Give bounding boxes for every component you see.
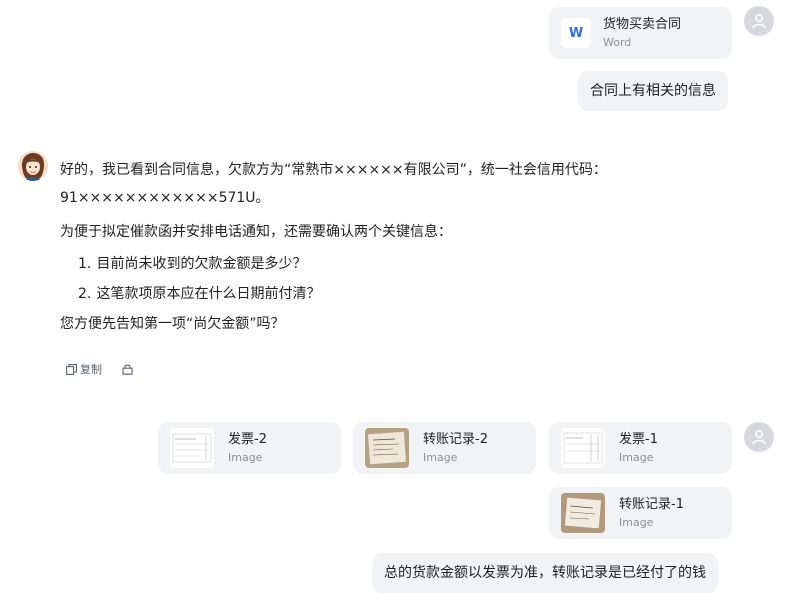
- list-item: 1. 目前尚未收到的欠款金额是多少？: [60, 252, 660, 276]
- user-silhouette-icon: [752, 13, 766, 29]
- copy-label: 复制: [80, 363, 102, 376]
- invoice-thumbnail: [170, 428, 214, 468]
- user-silhouette-icon: [752, 429, 766, 445]
- assistant-paragraph: 您方便先告知第一项“尚欠金额”吗？: [60, 316, 285, 332]
- copy-button[interactable]: 复制: [66, 361, 102, 377]
- user-message: 合同上有相关的信息: [578, 71, 728, 111]
- user-message: 总的货款金额以发票为准，转账记录是已经付了的钱: [372, 553, 718, 593]
- file-card-contract[interactable]: W 货物买卖合同 Word: [549, 7, 732, 59]
- lock-icon: [122, 364, 133, 375]
- assistant-message: 好的，我已看到合同信息，欠款方为“常熟市××××××有限公司”，统一社会信用代码…: [60, 158, 660, 336]
- file-name: 发票-2: [228, 431, 267, 447]
- image-card-transfer-2[interactable]: 转账记录-2 Image: [353, 422, 536, 474]
- invoice-thumbnail: [561, 428, 605, 468]
- list-number: 2.: [78, 286, 92, 302]
- lock-button[interactable]: [122, 363, 133, 375]
- file-type: Image: [228, 450, 263, 464]
- image-card-invoice-2[interactable]: 发票-2 Image: [158, 422, 341, 474]
- assistant-portrait-icon: [18, 151, 48, 181]
- message-actions: 复制: [66, 361, 133, 377]
- list-text: 这笔款项原本应在什么日期前付清？: [96, 286, 321, 302]
- assistant-paragraph: 为便于拟定催款函并安排电话通知，还需要确认两个关键信息：: [60, 224, 452, 240]
- file-type: Image: [619, 450, 654, 464]
- transfer-thumbnail: [561, 493, 605, 533]
- user-avatar: [744, 422, 774, 452]
- list-number: 1.: [78, 256, 92, 272]
- list-text: 目前尚未收到的欠款金额是多少？: [96, 256, 307, 272]
- assistant-line: 好的，我已看到合同信息，欠款方为“常熟市××××××有限公司”，统一社会信用代码…: [60, 162, 607, 178]
- word-file-icon: W: [561, 18, 591, 48]
- copy-icon: [66, 363, 77, 375]
- file-type: Image: [423, 450, 458, 464]
- file-name: 转账记录-2: [423, 431, 488, 447]
- list-item: 2. 这笔款项原本应在什么日期前付清？: [60, 282, 660, 306]
- assistant-line: 91××××××××××××571U。: [60, 190, 270, 206]
- transfer-thumbnail: [365, 428, 409, 468]
- file-type: Word: [603, 35, 632, 49]
- file-name: 货物买卖合同: [603, 16, 682, 32]
- chat-page: W 货物买卖合同 Word 合同上有相关的信息 好的，我已看到合同信息，欠款方为…: [0, 0, 800, 608]
- file-type: Image: [619, 515, 654, 529]
- file-name: 转账记录-1: [619, 496, 684, 512]
- user-avatar: [744, 6, 774, 36]
- assistant-avatar: [18, 151, 48, 181]
- file-name: 发票-1: [619, 431, 658, 447]
- image-card-transfer-1[interactable]: 转账记录-1 Image: [549, 487, 732, 539]
- question-list: 1. 目前尚未收到的欠款金额是多少？ 2. 这笔款项原本应在什么日期前付清？: [60, 252, 660, 306]
- image-card-invoice-1[interactable]: 发票-1 Image: [549, 422, 732, 474]
